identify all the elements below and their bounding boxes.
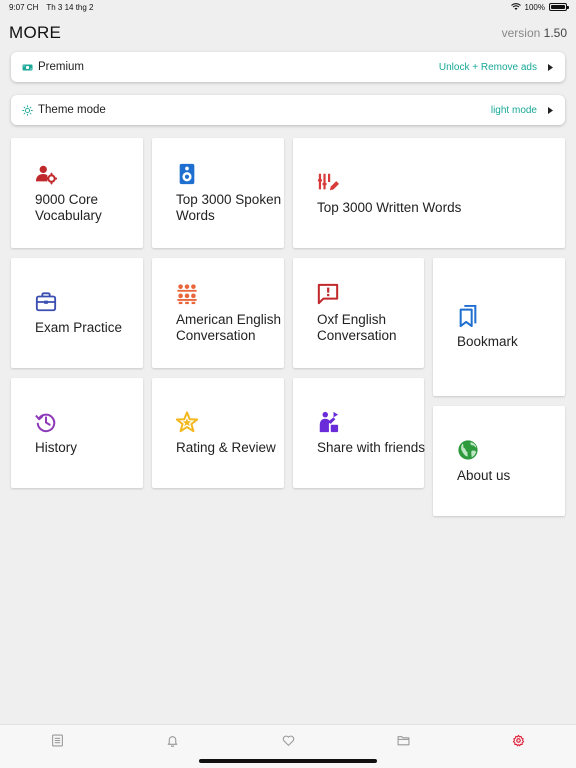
tile-written-words-label: Top 3000 Written Words [317,199,462,215]
folder-icon [397,736,410,746]
tile-spoken-words[interactable]: Top 3000 Spoken Words [152,138,284,248]
theme-mode-value: light mode [490,104,537,116]
status-bar: 9:07 CH Th 3 14 thg 2 100% [0,0,576,14]
sun-icon [21,104,33,116]
tab-list[interactable] [0,725,115,768]
history-icon [35,413,56,432]
tile-history-label: History [35,439,78,455]
page-header: MORE version 1.50 [0,20,576,46]
premium-value: Unlock + Remove ads [438,61,537,73]
chat-icon [317,283,339,304]
tile-core-vocabulary-label: 9000 Core Vocabulary [35,191,102,223]
tile-share-friends[interactable]: Share with friends [293,378,426,488]
chevron-right-icon [545,63,555,71]
list-icon [52,734,64,747]
user-gear-icon [35,165,57,185]
tile-oxf-conversation[interactable]: Oxf English Conversation [293,258,424,368]
tile-bookmark[interactable]: Bookmark [433,258,565,396]
tile-spoken-words-label: Top 3000 Spoken Words [176,191,282,223]
tile-bookmark-label: Bookmark [457,333,518,349]
pencil-bars-icon [317,173,339,190]
star-icon [176,410,198,432]
globe-icon [458,439,478,460]
chevron-right-icon [545,106,555,114]
theme-mode-row[interactable]: Theme mode light mode [11,95,565,125]
bookmark-icon [459,304,477,327]
tile-core-vocabulary[interactable]: 9000 Core Vocabulary [11,138,143,248]
tile-written-words[interactable]: Top 3000 Written Words [293,138,565,248]
tile-history[interactable]: History [11,378,143,488]
tile-about-us[interactable]: About us [433,406,565,516]
speaker-icon [179,163,195,184]
premium-label: Premium [38,61,85,73]
tab-settings[interactable] [461,725,576,768]
tile-exam-practice[interactable]: Exam Practice [11,258,143,368]
version-number: 1.50 [543,26,567,40]
heart-icon [282,735,294,746]
version-label: version [501,26,541,40]
tile-rating-review[interactable]: Rating & Review [152,378,284,488]
battery-percent: 100% [524,2,545,12]
status-date: Th 3 14 thg 2 [46,2,94,12]
tile-oxf-conversation-label: Oxf English Conversation [317,311,397,343]
premium-row[interactable]: Premium Unlock + Remove ads [11,52,565,82]
tile-about-us-label: About us [457,467,511,483]
group-icon [177,283,197,304]
home-indicator[interactable] [199,759,377,763]
gear-icon [512,734,525,747]
version-text: version 1.50 [502,26,567,40]
battery-icon [549,3,569,11]
bell-icon [167,736,178,747]
tile-rating-review-label: Rating & Review [176,439,276,455]
tile-american-conversation-label: American English Conversation [176,311,282,343]
money-icon [21,61,33,73]
tile-share-friends-label: Share with friends [317,439,426,455]
wifi-icon [510,3,521,10]
briefcase-icon [35,291,57,311]
tile-american-conversation[interactable]: American English Conversation [152,258,284,368]
tile-exam-practice-label: Exam Practice [35,319,123,335]
page-title: MORE [9,23,62,42]
share-icon [319,411,339,432]
status-time: 9:07 CH [9,2,39,12]
theme-mode-label: Theme mode [38,104,106,116]
